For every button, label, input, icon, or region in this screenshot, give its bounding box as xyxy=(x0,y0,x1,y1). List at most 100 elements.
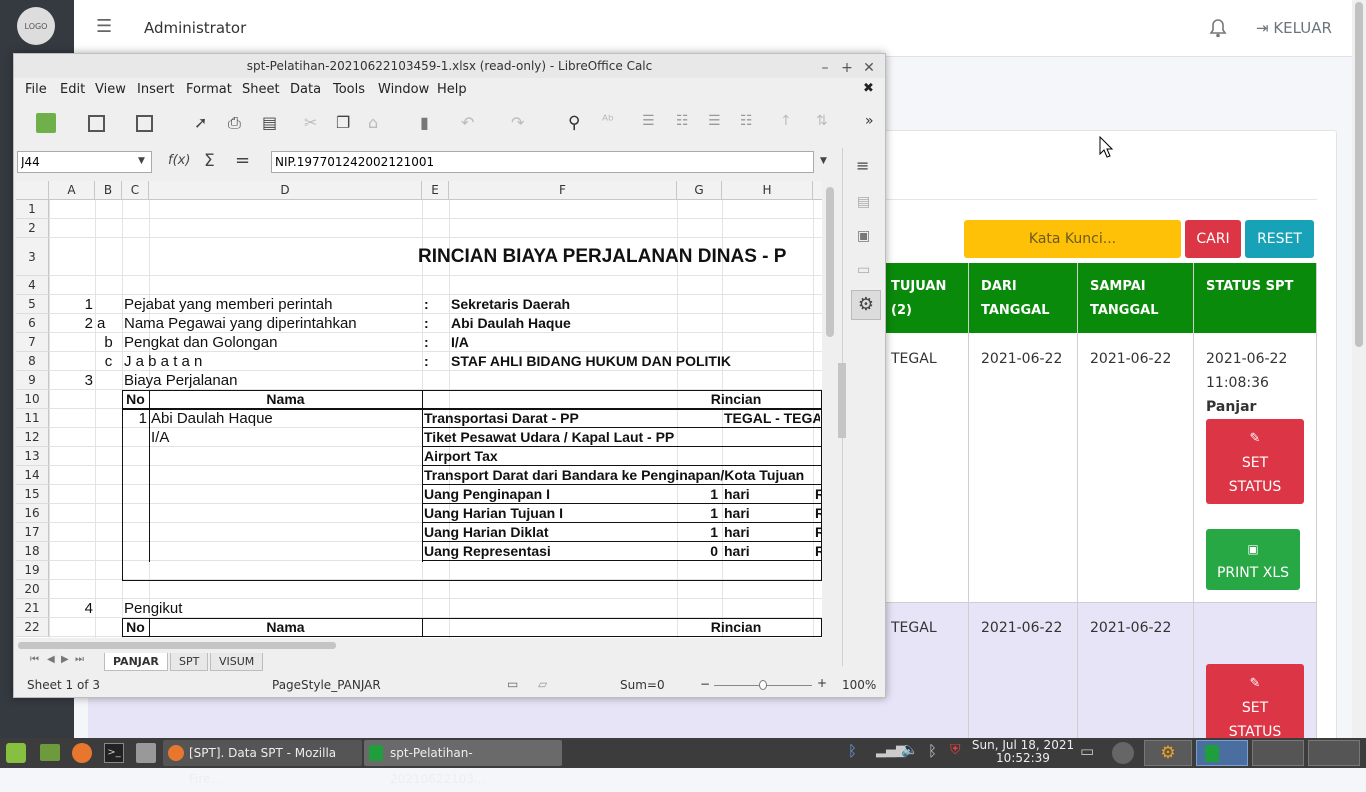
zoom-level[interactable]: 100% xyxy=(842,678,876,692)
row-header[interactable]: 14 xyxy=(16,466,49,485)
workspace-3[interactable] xyxy=(1308,740,1360,766)
cell-r5-val[interactable]: Sekretaris Daerah xyxy=(451,295,747,314)
cell-r5-no[interactable]: 1 xyxy=(51,295,93,314)
window-titlebar[interactable]: spt-Pelatihan-20210622103459-1.xlsx (rea… xyxy=(14,54,885,78)
sheet-tab-panjar[interactable]: PANJAR xyxy=(104,653,168,671)
workspace-settings-icon[interactable]: ⚙ xyxy=(1144,740,1192,766)
cell-r16-g[interactable]: 1 xyxy=(679,504,718,523)
page-style[interactable]: PageStyle_PANJAR xyxy=(272,678,381,692)
row-header[interactable]: 6 xyxy=(16,314,49,333)
cell-r21-no[interactable]: 4 xyxy=(51,599,93,618)
styles-icon[interactable]: ▣ xyxy=(857,228,870,244)
cell-h-nama[interactable]: Nama xyxy=(151,390,420,409)
menu-format[interactable]: Format xyxy=(186,82,232,97)
expand-formula-icon[interactable]: ▼ xyxy=(820,156,827,166)
column-header-e[interactable]: E xyxy=(422,181,449,200)
horizontal-scrollbar[interactable] xyxy=(16,639,822,651)
bluetooth-icon[interactable]: ᛒ xyxy=(848,742,857,760)
sheet-tab-visum[interactable]: VISUM xyxy=(210,653,264,671)
row-header[interactable]: 11 xyxy=(16,409,49,428)
cell-r21-label[interactable]: Pengikut xyxy=(124,599,420,618)
sum-icon[interactable]: Σ xyxy=(204,151,215,171)
row-header[interactable]: 3 xyxy=(16,238,49,276)
cell-r15-g[interactable]: 1 xyxy=(679,485,718,504)
terminal-launcher-icon[interactable]: >_ xyxy=(104,743,124,763)
cell-r6-label[interactable]: Nama Pegawai yang diperintahkan xyxy=(124,314,420,333)
properties-icon[interactable]: ▤ xyxy=(857,194,870,210)
spreadsheet-grid[interactable]: A B C D E F G H 1 2 3 4 5 6 7 8 9 10 11 12 13 14 15 16 1… xyxy=(16,181,822,638)
templates-icon[interactable] xyxy=(88,115,105,132)
row-header[interactable]: 10 xyxy=(16,390,49,409)
cell-r11-nama[interactable]: Abi Daulah Haque xyxy=(151,409,420,428)
gallery-icon[interactable]: ▭ xyxy=(857,262,870,278)
row-header[interactable]: 7 xyxy=(16,333,49,352)
cell-h-no[interactable]: No xyxy=(124,390,147,409)
cell-r8-colon[interactable]: : xyxy=(424,352,447,371)
insert-columns-icon[interactable]: ☷ xyxy=(740,113,760,133)
menu-window[interactable]: Window xyxy=(378,82,429,97)
column-icon[interactable]: ☷ xyxy=(676,113,696,133)
cell-h2-no[interactable]: No xyxy=(124,618,147,637)
menu-view[interactable]: View xyxy=(95,82,126,97)
row-header[interactable]: 16 xyxy=(16,504,49,523)
menu-edit[interactable]: Edit xyxy=(60,82,85,97)
row-header[interactable]: 22 xyxy=(16,618,49,637)
cell-r16-h[interactable]: hari xyxy=(724,504,780,523)
cell-h-rincian[interactable]: Rincian xyxy=(424,390,822,409)
cell-r13-item[interactable]: Airport Tax xyxy=(424,447,720,466)
column-header-g[interactable]: G xyxy=(677,181,722,200)
print-xls-button[interactable]: ▣ PRINT XLS xyxy=(1206,529,1300,590)
cell-r11-no[interactable]: 1 xyxy=(124,409,147,428)
print-icon[interactable]: ⎙ xyxy=(228,113,248,133)
cell-r12-item[interactable]: Tiket Pesawat Udara / Kapal Laut - PP xyxy=(424,428,720,447)
cell-h2-rincian[interactable]: Rincian xyxy=(424,618,822,637)
column-header-d[interactable]: D xyxy=(149,181,422,200)
row-header[interactable]: 1 xyxy=(16,200,49,219)
copy-icon[interactable]: ❐ xyxy=(336,113,356,133)
cell-r15-h[interactable]: hari xyxy=(724,485,780,504)
cell-r7-val[interactable]: I/A xyxy=(451,333,747,352)
cell-r6-no[interactable]: 2 xyxy=(51,314,93,333)
cell-h2-nama[interactable]: Nama xyxy=(151,618,420,637)
row-header[interactable]: 18 xyxy=(16,542,49,561)
power-icon[interactable] xyxy=(1112,742,1134,764)
column-header-b[interactable]: B xyxy=(95,181,122,200)
chevron-down-icon[interactable]: ▼ xyxy=(138,156,145,166)
selection-mode-icon[interactable]: ▭ xyxy=(507,677,518,691)
app-logo[interactable]: LOGO xyxy=(17,7,55,45)
cell-r8-sub[interactable]: c xyxy=(97,352,120,371)
column-header-a[interactable]: A xyxy=(49,181,95,200)
browser-scrollbar-thumb[interactable] xyxy=(1355,2,1363,347)
set-status-button[interactable]: ✎ SET STATUS xyxy=(1206,664,1304,738)
cell-r17-i[interactable]: R xyxy=(815,523,821,542)
row-header[interactable]: 8 xyxy=(16,352,49,371)
navigator-gear-icon[interactable]: ⚙ xyxy=(851,290,881,320)
cell-r18-item[interactable]: Uang Representasi xyxy=(424,542,675,561)
zoom-in-icon[interactable]: + xyxy=(817,676,827,690)
cell-r6-sub[interactable]: a xyxy=(97,314,120,333)
vertical-scrollbar[interactable] xyxy=(823,181,837,638)
cell-r16-i[interactable]: R xyxy=(815,504,821,523)
row-header[interactable]: 2 xyxy=(16,219,49,238)
insert-rows-icon[interactable]: ☰ xyxy=(708,113,728,133)
start-menu-icon[interactable] xyxy=(6,743,26,763)
row-header[interactable]: 17 xyxy=(16,523,49,542)
function-wizard-icon[interactable]: f(x) xyxy=(168,153,190,168)
column-header-c[interactable]: C xyxy=(122,181,149,200)
volume-icon[interactable]: 🔈 xyxy=(901,742,918,758)
reset-button[interactable]: RESET xyxy=(1245,220,1314,258)
menu-sheet[interactable]: Sheet xyxy=(242,82,280,97)
cell-title[interactable]: RINCIAN BIAYA PERJALANAN DINAS - P xyxy=(418,238,820,276)
formula-input[interactable] xyxy=(271,151,814,173)
cell-r17-item[interactable]: Uang Harian Diklat xyxy=(424,523,675,542)
menu-help[interactable]: Help xyxy=(437,82,467,97)
find-icon[interactable]: ⚲ xyxy=(568,113,588,133)
bell-icon[interactable] xyxy=(1209,18,1227,38)
bluetooth-status-icon[interactable]: ᛒ xyxy=(928,742,937,760)
logout-button[interactable]: ⇥ KELUAR xyxy=(1256,19,1332,37)
row-icon[interactable]: ☰ xyxy=(642,113,662,133)
cell-r18-i[interactable]: R xyxy=(815,542,821,561)
vertical-scrollbar-thumb[interactable] xyxy=(826,187,834,337)
battery-icon[interactable]: ▭ xyxy=(1080,742,1094,760)
cell-r5-colon[interactable]: : xyxy=(424,295,447,314)
